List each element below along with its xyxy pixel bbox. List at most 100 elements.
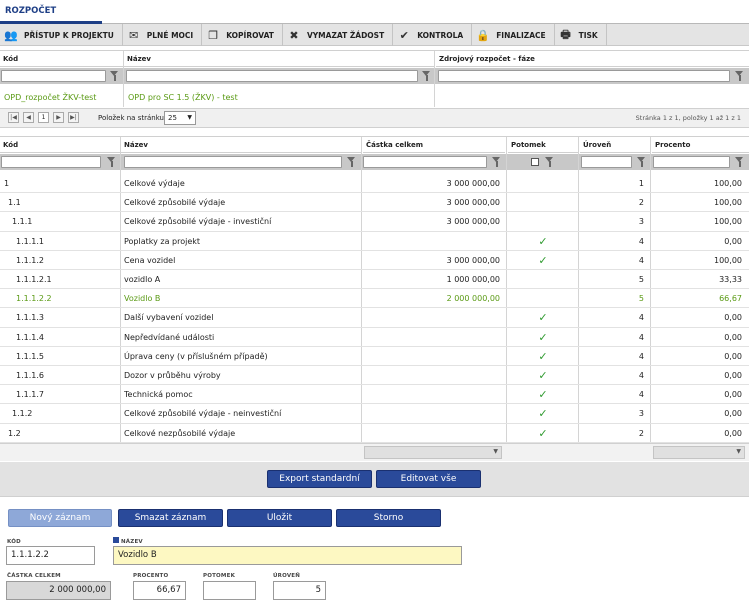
pager: |◀ ◀ 1 ▶ ▶| Položek na stránku 25 ▼ Strán…	[0, 108, 749, 128]
name-label: NÁZEV	[121, 539, 143, 545]
table-row[interactable]: 1.1.1.2.1 vozidlo A 1 000 000,00 5 33,33	[0, 270, 749, 290]
name-field[interactable]: Vozidlo B	[113, 546, 462, 565]
cell-percent: 0,00	[724, 371, 742, 380]
copy-button[interactable]: ❐ KOPÍROVAT	[202, 24, 283, 46]
column-header-level[interactable]: Úroveň	[580, 137, 650, 153]
new-record-button[interactable]: Nový záznam	[8, 509, 112, 527]
cell-code: 1.1.1.5	[16, 351, 44, 361]
last-page-button[interactable]: ▶|	[68, 112, 79, 123]
column-header-percent[interactable]: Procento	[652, 137, 749, 153]
table-row[interactable]: 1 Celkové výdaje 3 000 000,00 1 100,00	[0, 174, 749, 194]
filter-percent-input[interactable]	[653, 156, 730, 168]
filter-icon[interactable]	[347, 157, 356, 167]
cell-child	[510, 270, 576, 289]
edit-all-button[interactable]: Editovat vše	[376, 470, 481, 488]
column-header-source[interactable]: Zdrojový rozpočet - fáze	[436, 51, 749, 67]
save-button[interactable]: Uložit	[227, 509, 332, 527]
checkmark-icon: ✓	[538, 330, 548, 344]
export-standard-button[interactable]: Export standardní	[267, 470, 372, 488]
filter-child-checkbox[interactable]	[531, 158, 539, 166]
cell-level: 2	[638, 198, 644, 208]
prev-page-button[interactable]: ◀	[23, 112, 34, 123]
cell-percent: 0,00	[724, 428, 742, 438]
filter-name-input[interactable]	[126, 70, 418, 82]
cell-code: 1	[4, 179, 10, 188]
cell-percent: 0,00	[724, 236, 742, 246]
table-row[interactable]: 1.1 Celkové způsobilé výdaje 3 000 000,00 2…	[0, 193, 749, 213]
percent-field[interactable]: 66,67	[133, 581, 186, 600]
per-page-select[interactable]: 25 ▼	[164, 111, 196, 125]
lock-icon: 🔒	[476, 28, 491, 42]
budget-header-grid: Kód Název Zdrojový rozpočet - fáze OPD_r…	[0, 50, 749, 107]
cell-name: OPD pro SC 1.5 (ŽKV) - test	[128, 93, 238, 102]
table-row[interactable]: 1.1.1.2 Cena vozidel 3 000 000,00 ✓ 4 100,00	[0, 251, 749, 270]
check-button[interactable]: ✔ KONTROLA	[393, 24, 473, 46]
filter-icon[interactable]	[545, 157, 554, 167]
table-row[interactable]: OPD_rozpočet ŽKV-test OPD pro SC 1.5 (ŽK…	[0, 88, 749, 107]
checkmark-icon: ✓	[538, 349, 548, 363]
cell-level: 1	[638, 179, 644, 188]
table-row[interactable]: 1.1.1.2.2 Vozidlo B 2 000 000,00 5 66,67	[0, 289, 749, 309]
delete-record-button[interactable]: Smazat záznam	[118, 509, 223, 527]
table-row[interactable]: 1.1.1.6 Dozor v průběhu výroby ✓ 4 0,00	[0, 366, 749, 386]
table-row[interactable]: 1.1.1.3 Další vybavení vozidel ✓ 4 0,00	[0, 308, 749, 328]
filter-icon[interactable]	[735, 157, 744, 167]
percent-footer-select[interactable]: ▼	[653, 446, 745, 459]
cell-level: 4	[638, 371, 644, 380]
cell-code: 1.1.1.2.2	[16, 294, 52, 304]
code-label: KÓD	[7, 539, 21, 545]
next-page-button[interactable]: ▶	[53, 112, 64, 123]
filter-row	[0, 68, 749, 84]
table-row[interactable]: 1.1.1 Celkové způsobilé výdaje - investič…	[0, 212, 749, 232]
cell-code: 1.1.1.3	[16, 313, 44, 323]
cancel-button[interactable]: Storno	[336, 509, 441, 527]
filter-level-input[interactable]	[581, 156, 632, 168]
table-row[interactable]: 1.1.1.7 Technická pomoc ✓ 4 0,00	[0, 385, 749, 405]
tab-rozpocet-zakladni[interactable]: ROZPOČET ZÁKLADNÍ	[0, 0, 102, 38]
table-row[interactable]: 1.2 Celkové nezpůsobilé výdaje ✓ 2 0,00	[0, 424, 749, 443]
cell-code: 1.1	[8, 198, 21, 208]
cell-level: 4	[638, 332, 644, 342]
column-header-amount[interactable]: Částka celkem	[363, 137, 505, 153]
column-header-code[interactable]: Kód	[0, 137, 120, 153]
table-row[interactable]: 1.1.2 Celkové způsobilé výdaje - neinvest…	[0, 404, 749, 424]
cell-level: 4	[638, 390, 644, 400]
filter-code-input[interactable]	[1, 70, 106, 82]
column-header-child[interactable]: Potomek	[508, 137, 578, 153]
filter-amount-input[interactable]	[363, 156, 487, 168]
first-page-button[interactable]: |◀	[8, 112, 19, 123]
amount-footer-select[interactable]: ▼	[364, 446, 502, 459]
filter-icon[interactable]	[110, 71, 119, 81]
filter-icon[interactable]	[637, 157, 646, 167]
cell-level: 4	[638, 313, 644, 323]
cell-amount: 3 000 000,00	[446, 198, 500, 208]
print-button[interactable]: 🖶 TISK	[555, 24, 607, 46]
column-header-name[interactable]: Název	[124, 51, 434, 67]
column-header-code[interactable]: Kód	[0, 51, 123, 67]
cell-amount	[364, 232, 500, 251]
cell-amount	[364, 404, 500, 423]
cell-percent: 100,00	[714, 198, 742, 208]
chevron-down-icon: ▼	[493, 448, 498, 455]
code-field[interactable]: 1.1.1.2.2	[6, 546, 95, 565]
chevron-down-icon: ▼	[736, 448, 741, 455]
filter-icon[interactable]	[492, 157, 501, 167]
page-number[interactable]: 1	[38, 112, 49, 123]
table-row[interactable]: 1.1.1.1 Poplatky za projekt ✓ 4 0,00	[0, 232, 749, 251]
child-field[interactable]	[203, 581, 256, 600]
power-of-attorney-button[interactable]: ✉ PLNÉ MOCI	[123, 24, 203, 46]
filter-source-input[interactable]	[438, 70, 730, 82]
cell-child	[510, 289, 576, 308]
delete-request-button[interactable]: ✖ VYMAZAT ŽÁDOST	[283, 24, 394, 46]
filter-icon[interactable]	[735, 71, 744, 81]
filter-icon[interactable]	[107, 157, 116, 167]
access-project-button[interactable]: 👥 PŘÍSTUP K PROJEKTU	[0, 24, 123, 46]
table-row[interactable]: 1.1.1.4 Nepředvídané události ✓ 4 0,00	[0, 328, 749, 347]
column-header-name[interactable]: Název	[121, 137, 361, 153]
filter-icon[interactable]	[422, 71, 431, 81]
level-field[interactable]: 5	[273, 581, 326, 600]
filter-code-input[interactable]	[1, 156, 101, 168]
finalize-button[interactable]: 🔒 FINALIZACE	[472, 24, 555, 46]
table-row[interactable]: 1.1.1.5 Úprava ceny (v příslušném případě…	[0, 347, 749, 366]
filter-name-input[interactable]	[124, 156, 342, 168]
